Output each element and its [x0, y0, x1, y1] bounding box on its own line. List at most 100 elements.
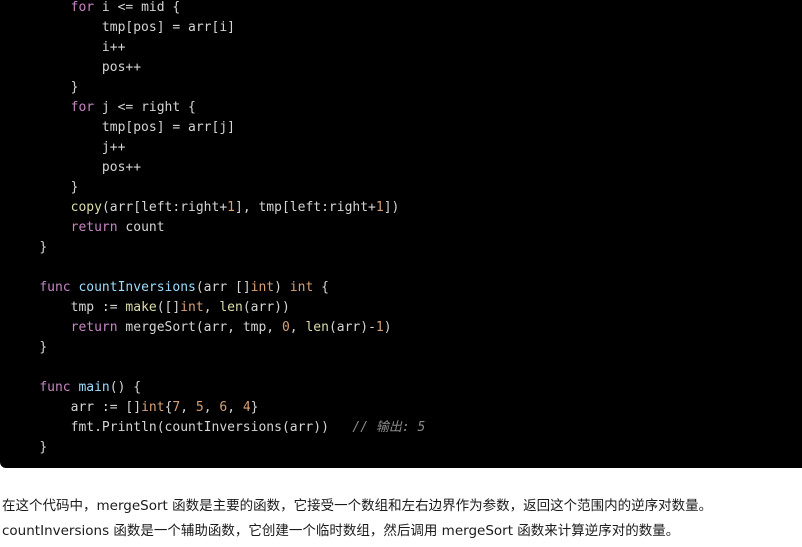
code-line: pos++ [8, 58, 802, 78]
code-token: ]) [383, 200, 400, 215]
code-token: , [203, 300, 220, 315]
code-token: } [250, 400, 259, 415]
code-token: len [219, 300, 243, 315]
code-line: pos++ [8, 158, 802, 178]
code-token: tmp[pos] = arr[i] [101, 20, 235, 35]
code-token: () { [109, 380, 142, 395]
code-token: (arr [] [195, 280, 251, 295]
code-token: int [180, 300, 204, 315]
code-token: ], tmp[left:right+ [235, 200, 376, 215]
code-token: (arr[left:right+ [101, 200, 228, 215]
code-line: func countInversions(arr []int) int { [8, 278, 802, 298]
code-token: 5 [195, 400, 204, 415]
code-token: } [70, 80, 79, 95]
code-line: } [8, 78, 802, 98]
code-line: arr := []int{7, 5, 6, 4} [8, 398, 802, 418]
code-token: , [180, 400, 196, 415]
code-token: j++ [101, 140, 126, 155]
code-token: ) [383, 320, 392, 335]
explanation-paragraph-1: 在这个代码中，mergeSort 函数是主要的函数，它接受一个数组和左右边界作为… [2, 498, 713, 514]
code-token: countInversions [78, 280, 196, 295]
code-token: pos++ [101, 60, 142, 75]
code-token: copy [70, 200, 102, 215]
code-token: i++ [101, 40, 126, 55]
code-token: arr := [] [70, 400, 142, 415]
code-token: tmp := [70, 300, 126, 315]
code-token: mergeSort(arr, tmp, [117, 320, 282, 335]
code-block[interactable]: for i <= mid { tmp[pos] = arr[i] i++ pos… [0, 0, 802, 468]
code-token: pos++ [101, 160, 142, 175]
code-line: return count [8, 218, 802, 238]
code-token: ([] [156, 300, 181, 315]
code-line: for j <= right { [8, 98, 802, 118]
code-token: int [250, 280, 275, 295]
code-line: j++ [8, 138, 802, 158]
code-content: for i <= mid { tmp[pos] = arr[i] i++ pos… [8, 0, 802, 458]
code-token: 1 [375, 320, 384, 335]
code-token: , [203, 400, 220, 415]
code-line: func main() { [8, 378, 802, 398]
code-token: 0 [281, 320, 290, 335]
code-line: } [8, 338, 802, 358]
code-token: i <= mid { [94, 0, 181, 15]
code-line: i++ [8, 38, 802, 58]
code-token: 1 [227, 200, 235, 215]
code-token: } [70, 180, 79, 195]
code-token: main [78, 380, 110, 395]
code-line: copy(arr[left:right+1], tmp[left:right+1… [8, 198, 802, 218]
code-line: tmp[pos] = arr[j] [8, 118, 802, 138]
code-token: ) [274, 280, 290, 295]
code-line: fmt.Println(countInversions(arr)) // 输出:… [8, 418, 802, 438]
code-token: } [39, 440, 48, 455]
explanation-section: 在这个代码中，mergeSort 函数是主要的函数，它接受一个数组和左右边界作为… [0, 468, 802, 547]
code-line: for i <= mid { [8, 0, 802, 18]
code-token: } [39, 240, 48, 255]
code-token: len [305, 320, 329, 335]
code-token: (arr)) [242, 300, 290, 315]
explanation-paragraph-2: countInversions 函数是一个辅助函数，它创建一个临时数组，然后调用… [2, 523, 680, 539]
code-line: tmp := make([]int, len(arr)) [8, 298, 802, 318]
code-token: count [117, 220, 165, 235]
code-token: 4 [242, 400, 251, 415]
code-line: return mergeSort(arr, tmp, 0, len(arr)-1… [8, 318, 802, 338]
code-token: tmp[pos] = arr[j] [101, 120, 235, 135]
code-token: (arr)- [328, 320, 376, 335]
code-token: for [70, 0, 95, 15]
code-token: j <= right { [94, 100, 196, 115]
code-token: for [70, 100, 95, 115]
code-line: } [8, 238, 802, 258]
code-token: return [70, 320, 118, 335]
code-token: 6 [219, 400, 228, 415]
code-token: func [39, 380, 71, 395]
code-token: 1 [375, 200, 384, 215]
code-line: } [8, 178, 802, 198]
code-token: // 输出: 5 [328, 420, 426, 435]
code-token: , [289, 320, 306, 335]
code-token: func [39, 280, 71, 295]
code-token: , [227, 400, 243, 415]
code-line: } [8, 438, 802, 458]
code-line: tmp[pos] = arr[i] [8, 18, 802, 38]
